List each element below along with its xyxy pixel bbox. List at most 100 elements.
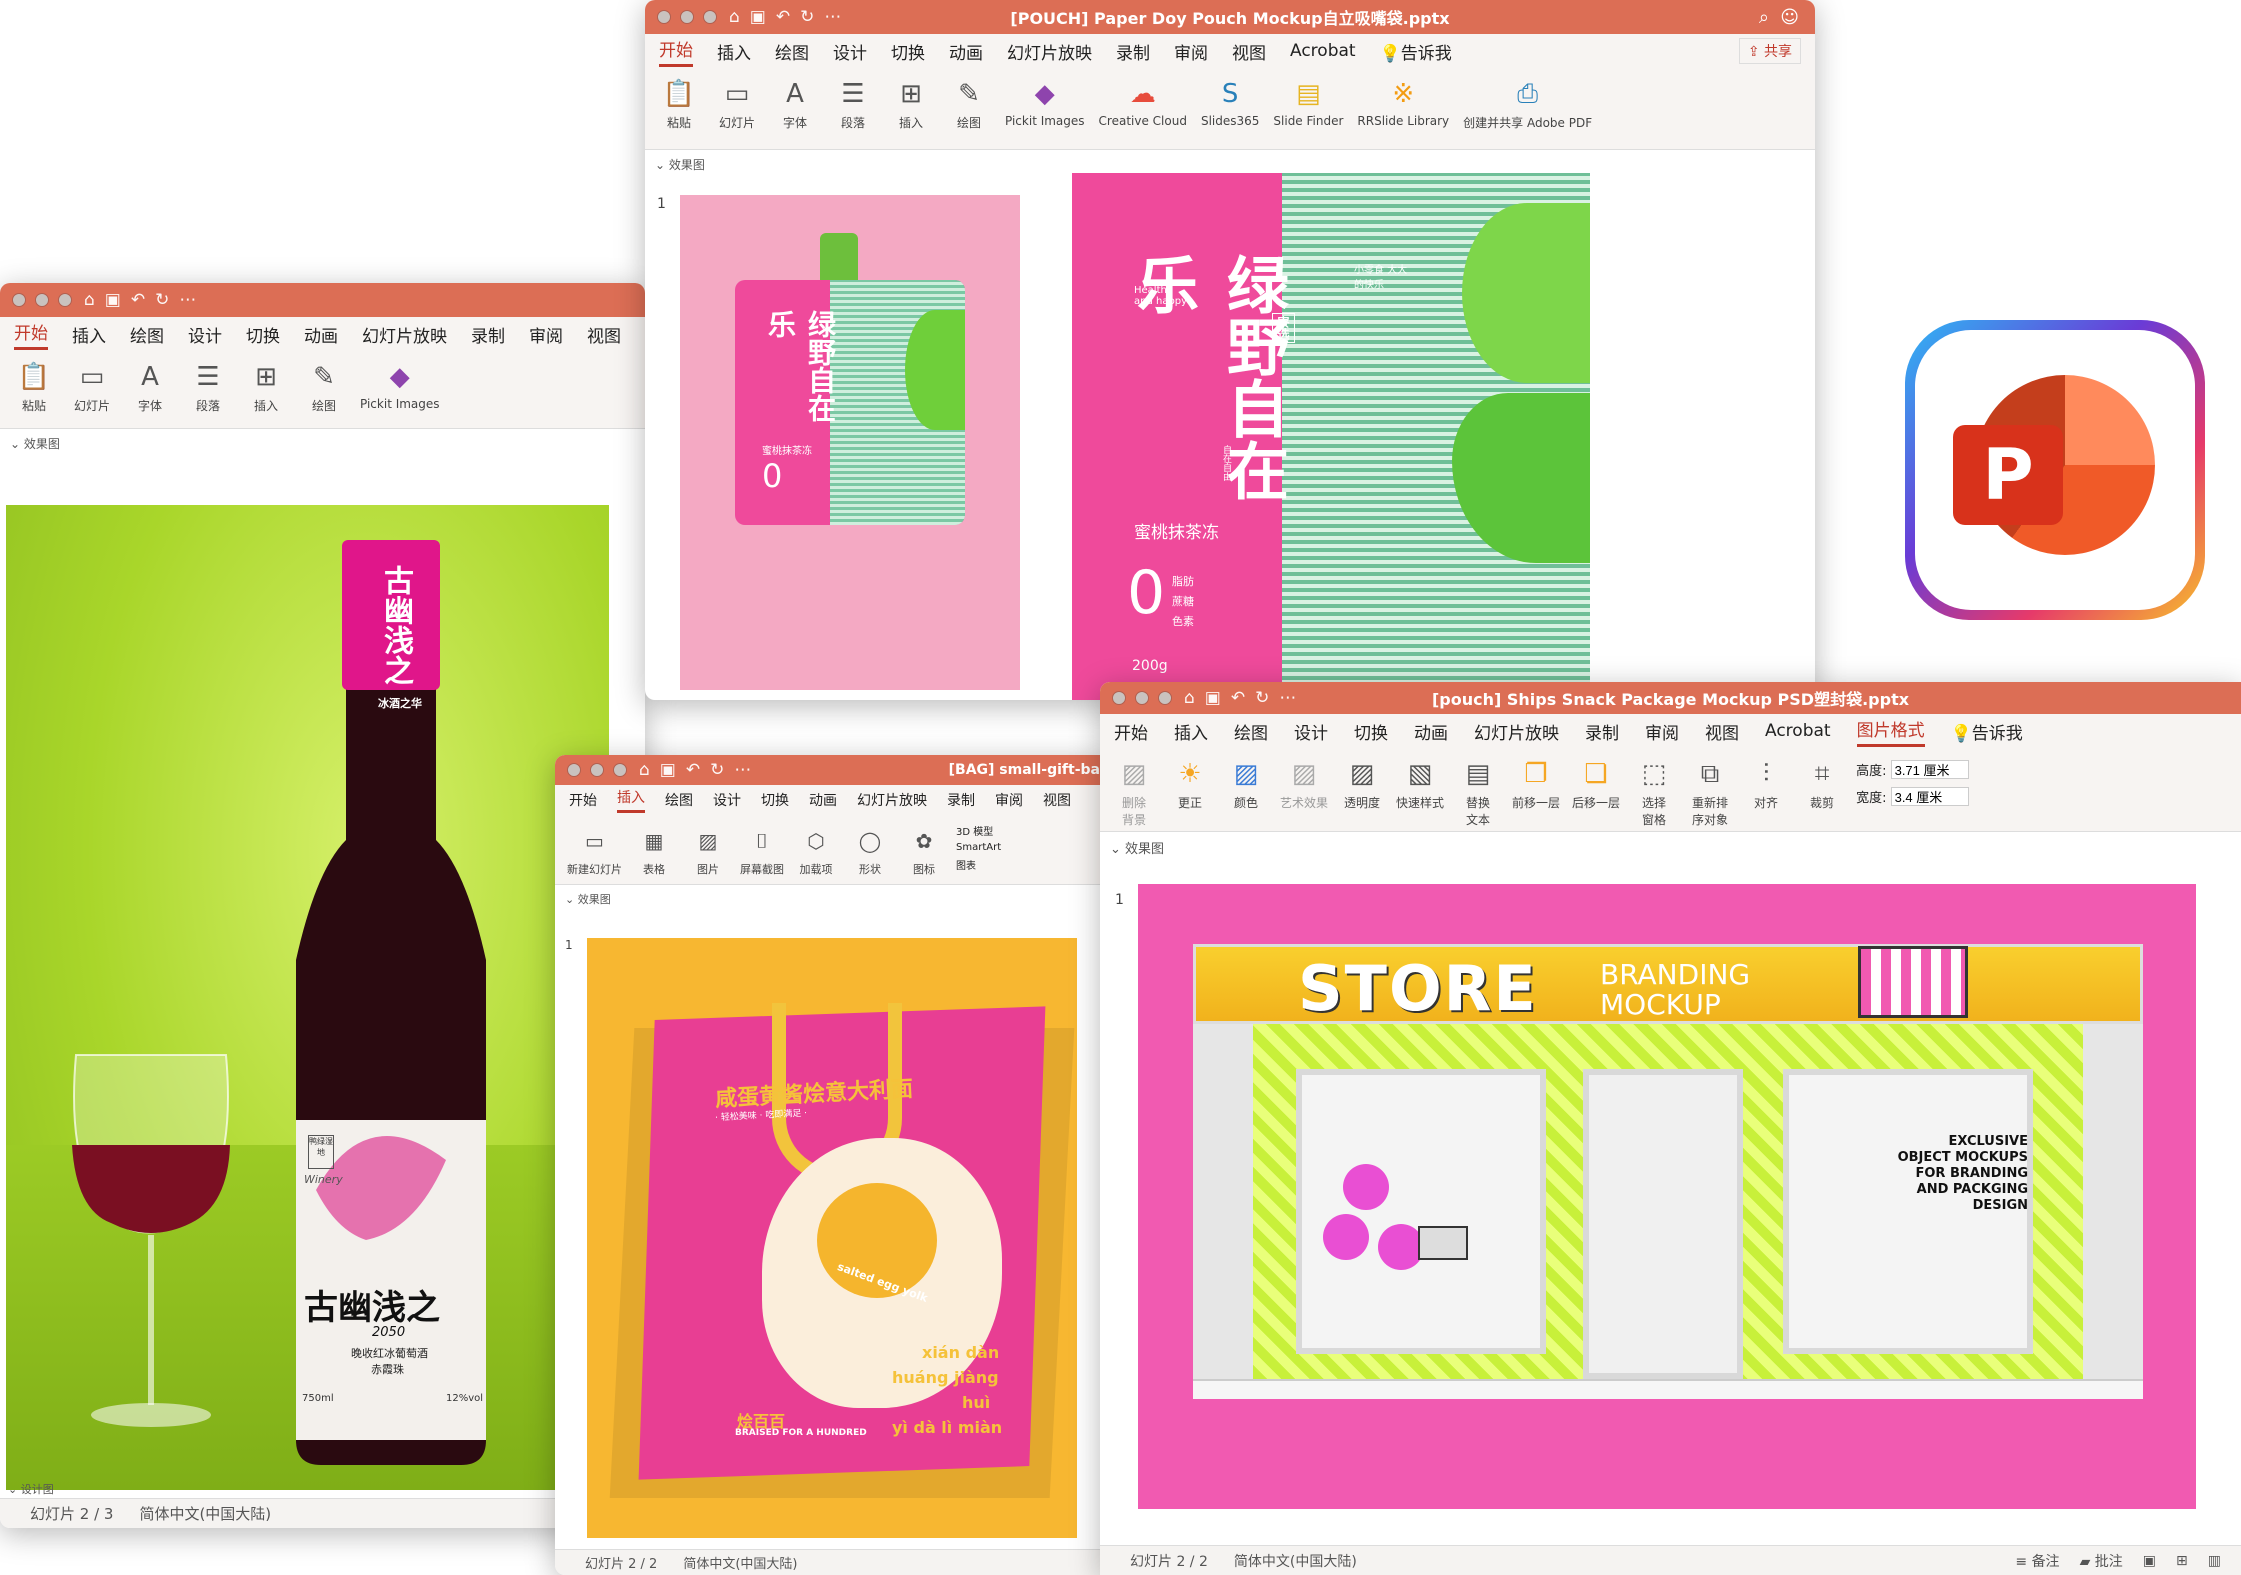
redo-icon[interactable]: ↻ xyxy=(155,290,169,310)
paragraph-button[interactable]: ☰ 段落 xyxy=(831,74,875,131)
zoom-button[interactable] xyxy=(1158,691,1172,705)
selection-pane-button[interactable]: ⬚ 选择窗格 xyxy=(1632,754,1676,828)
slide-thumbnail[interactable]: 绿野自在乐 蜜桃抹茶冻 0 xyxy=(680,195,1020,690)
zoom-button[interactable] xyxy=(703,10,717,24)
paste-button[interactable]: 📋 粘贴 xyxy=(12,357,56,414)
slide-sorter-icon[interactable]: ⊞ xyxy=(2176,1553,2188,1569)
slide-finder-button[interactable]: ▤ Slide Finder xyxy=(1273,74,1343,128)
smartart-button[interactable]: SmartArt xyxy=(956,842,1001,853)
close-button[interactable] xyxy=(12,293,26,307)
undo-icon[interactable]: ↶ xyxy=(1231,688,1245,708)
save-icon[interactable]: ▣ xyxy=(660,760,676,780)
draw-button[interactable]: ✎ 绘图 xyxy=(947,74,991,131)
more-icon[interactable]: ⋯ xyxy=(824,7,841,27)
zoom-button[interactable] xyxy=(58,293,72,307)
section-design[interactable]: ⌄ 设计图 xyxy=(8,1481,54,1497)
tab-view[interactable]: 视图 xyxy=(1705,719,1739,744)
tab-animations[interactable]: 动画 xyxy=(1414,719,1448,744)
send-backward-button[interactable]: ❏ 后移一层 xyxy=(1572,754,1620,811)
adobe-pdf-button[interactable]: ⎙ 创建并共享 Adobe PDF xyxy=(1463,74,1592,131)
tab-transitions[interactable]: 切换 xyxy=(1354,719,1388,744)
tab-review[interactable]: 审阅 xyxy=(529,322,563,347)
tab-view[interactable]: 视图 xyxy=(587,322,621,347)
paragraph-button[interactable]: ☰ 段落 xyxy=(186,357,230,414)
new-slide-button[interactable]: ▭ 新建幻灯片 xyxy=(567,821,622,877)
zoom-button[interactable] xyxy=(613,763,627,777)
tab-animations[interactable]: 动画 xyxy=(949,39,983,64)
tab-record[interactable]: 录制 xyxy=(1585,719,1619,744)
undo-icon[interactable]: ↶ xyxy=(131,290,145,310)
section-header[interactable]: ⌄ 效果图 xyxy=(0,429,645,458)
color-button[interactable]: ▨ 颜色 xyxy=(1224,754,1268,811)
new-slide-button[interactable]: ▭ 幻灯片 xyxy=(70,357,114,414)
tab-design[interactable]: 设计 xyxy=(188,322,222,347)
tab-slideshow[interactable]: 幻灯片放映 xyxy=(1007,39,1092,64)
tab-slideshow[interactable]: 幻灯片放映 xyxy=(362,322,447,347)
tab-transitions[interactable]: 切换 xyxy=(246,322,280,347)
slide-bag[interactable]: 咸蛋黄酱烩意大利面 · 轻松美味 · 吃即满足 · salted egg yol… xyxy=(587,938,1077,1538)
account-icon[interactable]: ☺ xyxy=(1780,7,1799,28)
undo-icon[interactable]: ↶ xyxy=(776,7,790,27)
powerpoint-app-icon[interactable]: P xyxy=(1905,320,2205,620)
redo-icon[interactable]: ↻ xyxy=(1255,688,1269,708)
tab-design[interactable]: 设计 xyxy=(833,39,867,64)
slides365-button[interactable]: S Slides365 xyxy=(1201,74,1259,128)
tab-tell-me[interactable]: 💡告诉我 xyxy=(1951,719,2023,744)
minimize-button[interactable] xyxy=(590,763,604,777)
width-input[interactable] xyxy=(1890,787,1969,806)
home-icon[interactable]: ⌂ xyxy=(1184,688,1195,708)
save-icon[interactable]: ▣ xyxy=(750,7,766,27)
more-icon[interactable]: ⋯ xyxy=(734,760,751,780)
comments-button[interactable]: ▰ 批注 xyxy=(2080,1551,2123,1571)
normal-view-icon[interactable]: ▣ xyxy=(2143,1553,2156,1569)
home-icon[interactable]: ⌂ xyxy=(84,290,95,310)
tab-acrobat[interactable]: Acrobat xyxy=(1290,41,1356,61)
tab-review[interactable]: 审阅 xyxy=(1174,39,1208,64)
pickit-button[interactable]: ◆ Pickit Images xyxy=(360,357,440,411)
shapes-button[interactable]: ◯ 形状 xyxy=(848,821,892,877)
tab-transitions[interactable]: 切换 xyxy=(891,39,925,64)
tab-home[interactable]: 开始 xyxy=(1114,719,1148,744)
chart-button[interactable]: 图表 xyxy=(956,857,1001,872)
align-button[interactable]: ⫶ 对齐 xyxy=(1744,754,1788,811)
home-icon[interactable]: ⌂ xyxy=(729,7,740,27)
quick-styles-button[interactable]: ▧ 快速样式 xyxy=(1396,754,1444,811)
alt-text-button[interactable]: ▤ 替换文本 xyxy=(1456,754,1500,828)
font-button[interactable]: A 字体 xyxy=(773,74,817,131)
tab-insert[interactable]: 插入 xyxy=(72,322,106,347)
picture-button[interactable]: ▨ 图片 xyxy=(686,821,730,877)
creative-cloud-button[interactable]: ☁ Creative Cloud xyxy=(1099,74,1187,128)
tab-view[interactable]: 视图 xyxy=(1232,39,1266,64)
tab-picture-format[interactable]: 图片格式 xyxy=(1856,716,1925,747)
insert-button[interactable]: ⊞ 插入 xyxy=(889,74,933,131)
share-button[interactable]: ⇪ 共享 xyxy=(1738,38,1801,64)
tab-transitions[interactable]: 切换 xyxy=(761,790,789,810)
tab-animations[interactable]: 动画 xyxy=(809,790,837,810)
addins-button[interactable]: ⬡ 加载项 xyxy=(794,821,838,877)
remove-background-button[interactable]: ▨ 删除背景 xyxy=(1112,754,1156,828)
tab-record[interactable]: 录制 xyxy=(947,790,975,810)
insert-button[interactable]: ⊞ 插入 xyxy=(244,357,288,414)
pickit-button[interactable]: ◆ Pickit Images xyxy=(1005,74,1085,128)
close-button[interactable] xyxy=(567,763,581,777)
tab-insert[interactable]: 插入 xyxy=(717,39,751,64)
3d-model-button[interactable]: 3D 模型 xyxy=(956,823,1001,838)
more-icon[interactable]: ⋯ xyxy=(1279,688,1296,708)
close-button[interactable] xyxy=(657,10,671,24)
undo-icon[interactable]: ↶ xyxy=(686,760,700,780)
tab-draw[interactable]: 绘图 xyxy=(130,322,164,347)
tab-review[interactable]: 审阅 xyxy=(995,790,1023,810)
tab-slideshow[interactable]: 幻灯片放映 xyxy=(1474,719,1559,744)
table-button[interactable]: ▦ 表格 xyxy=(632,821,676,877)
icons-button[interactable]: ✿ 图标 xyxy=(902,821,946,877)
notes-button[interactable]: ≡ 备注 xyxy=(2015,1551,2059,1571)
tab-draw[interactable]: 绘图 xyxy=(665,790,693,810)
tab-review[interactable]: 审阅 xyxy=(1645,719,1679,744)
tab-home[interactable]: 开始 xyxy=(14,319,48,350)
corrections-button[interactable]: ☀ 更正 xyxy=(1168,754,1212,811)
slide-main[interactable]: 绿野自在乐 Healthy and happy 小零食 大大的快乐 寮选 自在自… xyxy=(1072,173,1590,700)
status-language[interactable]: 简体中文(中国大陆) xyxy=(683,1553,797,1572)
search-icon[interactable]: ⌕ xyxy=(1759,7,1769,28)
tab-insert[interactable]: 插入 xyxy=(617,787,645,813)
height-input[interactable] xyxy=(1890,760,1969,779)
